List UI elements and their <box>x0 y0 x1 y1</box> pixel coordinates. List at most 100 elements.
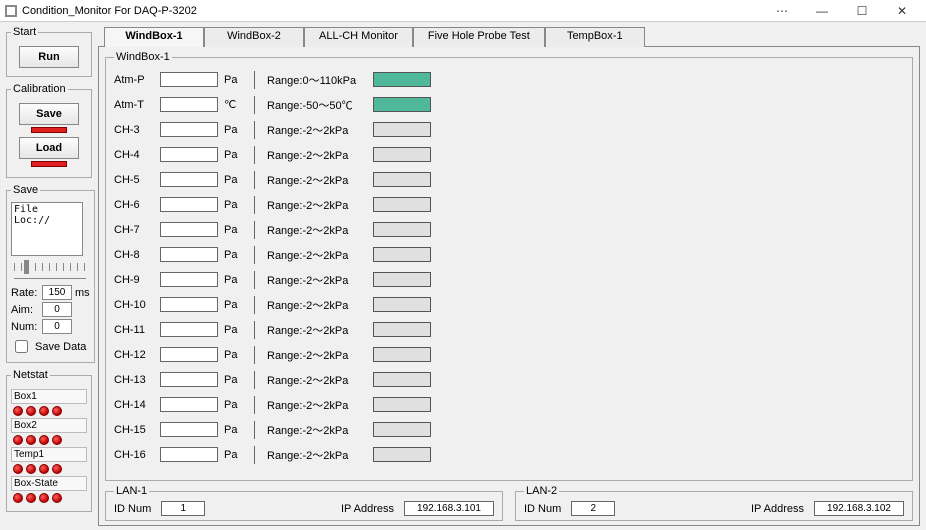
led-icon <box>52 435 62 445</box>
led-icon <box>26 493 36 503</box>
channel-value-input[interactable] <box>160 372 218 387</box>
channel-name: CH-4 <box>114 149 154 161</box>
channel-value-input[interactable] <box>160 222 218 237</box>
netstat-label: Box1 <box>11 389 87 404</box>
channel-row: CH-10PaRange:-2～2kPa <box>114 292 904 317</box>
close-button[interactable]: ✕ <box>882 0 922 22</box>
separator <box>254 446 255 464</box>
channel-value-input[interactable] <box>160 297 218 312</box>
lan2-ip-input[interactable] <box>814 501 904 516</box>
channel-row: CH-8PaRange:-2～2kPa <box>114 242 904 267</box>
channel-indicator <box>373 372 431 387</box>
channel-unit: ℃ <box>224 98 242 111</box>
channel-value-input[interactable] <box>160 347 218 362</box>
windbox-legend: WindBox-1 <box>114 51 172 63</box>
channel-indicator <box>373 322 431 337</box>
app-icon <box>4 4 18 18</box>
separator <box>254 196 255 214</box>
channel-value-input[interactable] <box>160 272 218 287</box>
channel-unit: Pa <box>224 74 242 86</box>
separator <box>254 271 255 289</box>
tab-windbox-1[interactable]: WindBox-1 <box>104 27 204 47</box>
channel-unit: Pa <box>224 199 242 211</box>
cal-load-indicator <box>31 161 67 167</box>
channel-name: CH-6 <box>114 199 154 211</box>
channel-name: Atm-P <box>114 74 154 86</box>
aim-input[interactable] <box>42 302 72 317</box>
channel-indicator <box>373 347 431 362</box>
channel-name: Atm-T <box>114 99 154 111</box>
channel-indicator <box>373 247 431 262</box>
channel-unit: Pa <box>224 324 242 336</box>
channel-value-input[interactable] <box>160 322 218 337</box>
led-icon <box>39 435 49 445</box>
channel-range: Range:-2～2kPa <box>267 247 367 263</box>
channel-unit: Pa <box>224 374 242 386</box>
rate-slider-handle[interactable] <box>24 260 29 274</box>
channel-range: Range:-2～2kPa <box>267 172 367 188</box>
channel-range: Range:-50～50℃ <box>267 97 367 113</box>
lan1-id-input[interactable] <box>161 501 205 516</box>
minimize-button[interactable]: — <box>802 0 842 22</box>
channel-row: CH-13 Pa Range:-2～2kPa <box>114 367 904 392</box>
separator <box>254 346 255 364</box>
channel-range: Range:-2～2kPa <box>267 372 367 388</box>
num-input[interactable] <box>42 319 72 334</box>
channel-name: CH-13 <box>114 374 154 386</box>
led-icon <box>26 406 36 416</box>
lan1-legend: LAN-1 <box>114 485 149 497</box>
led-icon <box>52 464 62 474</box>
led-icon <box>13 406 23 416</box>
rate-label: Rate: <box>11 287 39 299</box>
save-data-checkbox[interactable] <box>15 340 28 353</box>
channel-value-input[interactable] <box>160 422 218 437</box>
lan2-id-input[interactable] <box>571 501 615 516</box>
channel-name: CH-8 <box>114 249 154 261</box>
channel-range: Range:-2～2kPa <box>267 347 367 363</box>
tab-all-ch-monitor[interactable]: ALL-CH Monitor <box>304 27 413 47</box>
channel-row: Atm-T ℃ Range:-50～50℃ <box>114 92 904 117</box>
channel-value-input[interactable] <box>160 122 218 137</box>
rate-slider[interactable] <box>14 263 86 279</box>
rate-input[interactable] <box>42 285 72 300</box>
dots-button[interactable]: ⋯ <box>762 0 802 22</box>
channel-value-input[interactable] <box>160 397 218 412</box>
tab-tempbox-1[interactable]: TempBox-1 <box>545 27 645 47</box>
channel-range: Range:0～110kPa <box>267 72 367 88</box>
channel-value-input[interactable] <box>160 97 218 112</box>
channel-value-input[interactable] <box>160 247 218 262</box>
led-icon <box>39 493 49 503</box>
run-button[interactable]: Run <box>19 46 79 68</box>
channel-value-input[interactable] <box>160 147 218 162</box>
save-legend: Save <box>11 184 40 196</box>
lan1-ip-input[interactable] <box>404 501 494 516</box>
channel-indicator <box>373 422 431 437</box>
channel-row: CH-6PaRange:-2～2kPa <box>114 192 904 217</box>
channel-unit: Pa <box>224 224 242 236</box>
cal-load-button[interactable]: Load <box>19 137 79 159</box>
netstat-label: Box-State <box>11 476 87 491</box>
file-location-input[interactable]: File Loc:// <box>11 202 83 256</box>
start-legend: Start <box>11 26 38 38</box>
maximize-button[interactable]: ☐ <box>842 0 882 22</box>
windbox-group: WindBox-1 Atm-P Pa Range:0～110kPa Atm-T ℃ Ran… <box>105 51 913 481</box>
channel-row: CH-7PaRange:-2～2kPa <box>114 217 904 242</box>
channel-indicator <box>373 222 431 237</box>
titlebar: Condition_Monitor For DAQ-P-3202 ⋯ — ☐ ✕ <box>0 0 926 22</box>
cal-save-button[interactable]: Save <box>19 103 79 125</box>
separator <box>254 121 255 139</box>
sidebar: Start Run Calibration Save Load Save Fil… <box>6 26 92 526</box>
lan2-legend: LAN-2 <box>524 485 559 497</box>
tab-windbox-2[interactable]: WindBox-2 <box>204 27 304 47</box>
channel-name: CH-9 <box>114 274 154 286</box>
calibration-legend: Calibration <box>11 83 68 95</box>
channel-value-input[interactable] <box>160 197 218 212</box>
channel-value-input[interactable] <box>160 172 218 187</box>
save-data-label: Save Data <box>35 341 86 353</box>
led-icon <box>39 406 49 416</box>
channel-value-input[interactable] <box>160 72 218 87</box>
channel-value-input[interactable] <box>160 447 218 462</box>
channel-row: CH-11PaRange:-2～2kPa <box>114 317 904 342</box>
channel-range: Range:-2～2kPa <box>267 147 367 163</box>
tab-five-hole-probe-test[interactable]: Five Hole Probe Test <box>413 27 545 47</box>
